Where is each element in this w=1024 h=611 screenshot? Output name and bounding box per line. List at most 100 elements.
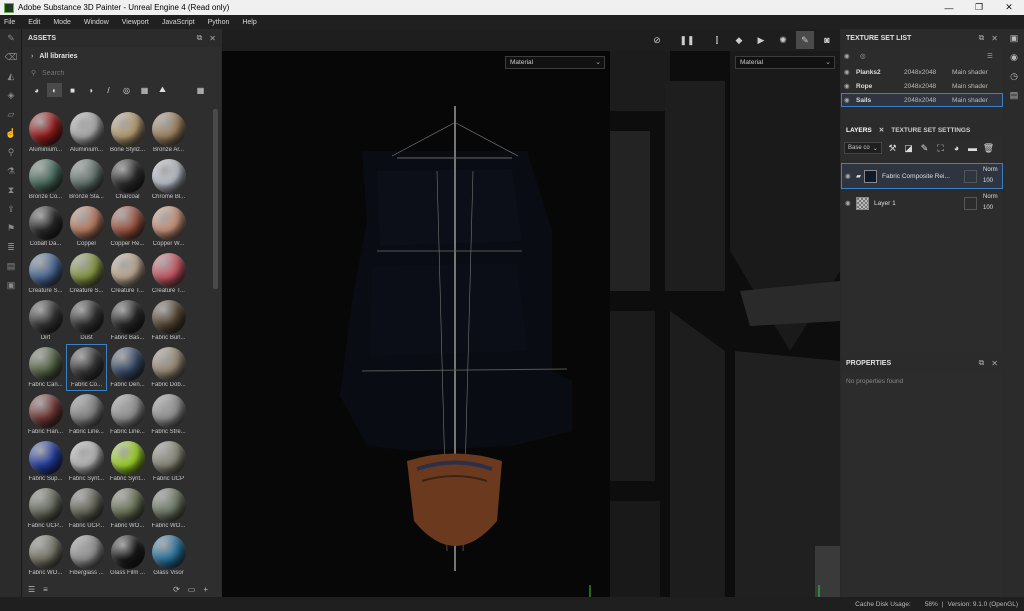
asset-tile[interactable]: Fabric Line... [66,391,107,438]
asset-tile[interactable]: Fabric WO... [25,532,66,579]
asset-tile[interactable]: Fabric WO... [148,485,189,532]
tab-texture-set-settings[interactable]: TEXTURE SET SETTINGS [886,127,975,134]
library-selector[interactable]: › All libraries [23,47,221,65]
close-panel-icon[interactable]: ✕ [991,34,998,43]
layer-blend-mode[interactable]: Norm [983,192,1003,203]
asset-tile[interactable]: Bronze Co... [25,156,66,203]
texture-set-row[interactable]: ◉ Planks2 2048x2048 Main shader [841,65,1003,79]
add-fill-layer-icon[interactable]: ⛶ [934,143,947,154]
viewport-3d-channel-dropdown[interactable]: Material ⌄ [505,56,605,69]
smart-materials-filter-icon[interactable]: ◐ [47,83,62,97]
texture-set-row[interactable]: ◉ Rope 2048x2048 Main shader [841,79,1003,93]
add-folder-icon[interactable]: ▬ [966,143,979,153]
asset-tile[interactable]: Fabric Dob... [148,344,189,391]
layer-blend-mode[interactable]: Norm [983,165,1003,176]
camera-video-icon[interactable]: ▶ [752,31,770,49]
asset-tile[interactable]: Cobalt Da... [25,203,66,250]
filter-list-icon[interactable]: ☰ [28,585,35,594]
layer-row[interactable]: ◉ Layer 1 Norm 100 [841,190,1003,216]
menu-viewport[interactable]: Viewport [122,19,149,26]
asset-tile[interactable]: Bronze Ar... [148,109,189,156]
document-icon[interactable]: ▤ [0,257,22,276]
close-button[interactable]: ✕ [994,2,1024,13]
asset-tile[interactable]: Glass Film ... [107,532,148,579]
asset-tile[interactable]: Fabric Stre... [148,391,189,438]
texture-set-row-selected[interactable]: ◉ Sails 2048x2048 Main shader [841,93,1003,107]
eye-icon[interactable]: ◉ [845,172,856,180]
texture-set-icon[interactable]: ▣ [1004,29,1024,48]
clone-icon[interactable]: ⚲ [0,143,22,162]
eye-icon[interactable]: ◉ [844,68,856,76]
add-paint-layer-icon[interactable]: ✎ [918,143,931,154]
delete-layer-icon[interactable]: 🗑 [982,143,995,154]
viewport-2d[interactable]: Material ⌄ [610,51,840,597]
environments-filter-icon[interactable]: ⛰ [155,83,170,97]
asset-tile[interactable]: Fabric UCP [148,438,189,485]
asset-tile[interactable]: Chrome Bl... [148,156,189,203]
asset-tile[interactable]: Bone Styliz... [107,109,148,156]
viewport-2d-channel-dropdown[interactable]: Material ⌄ [735,56,835,69]
visibility-toggle-icon[interactable]: ◉ [844,52,856,60]
bake-icon[interactable]: ⧗ [0,181,22,200]
channel-dropdown[interactable]: Base co ⌄ [844,142,882,154]
asset-tile[interactable]: Dirt [25,297,66,344]
asset-tile[interactable]: Fabric Synt... [66,438,107,485]
close-panel-icon[interactable]: ✕ [209,34,216,43]
asset-tile[interactable]: Fabric Synt... [107,438,148,485]
asset-tile[interactable]: Dust [66,297,107,344]
asset-tile[interactable]: Fabric Co... [66,344,107,391]
grid-view-icon[interactable]: ▦ [193,83,208,97]
shelf-icon[interactable]: ⚑ [0,219,22,238]
asset-tile[interactable]: Glass Visor [148,532,189,579]
menu-javascript[interactable]: JavaScript [162,19,195,26]
paint-brush-icon[interactable]: ✎ [0,29,22,48]
asset-tile[interactable]: Fabric Flan... [25,391,66,438]
asset-tile[interactable]: Fabric UCP... [25,485,66,532]
asset-tile[interactable]: Creature S... [25,250,66,297]
log-icon[interactable]: ▤ [1004,86,1024,105]
viewport-3d[interactable]: Material ⌄ [222,51,610,600]
eye-icon[interactable]: ◉ [844,96,856,104]
smart-masks-filter-icon[interactable]: ■ [65,83,80,97]
menu-file[interactable]: File [4,19,15,26]
asset-tile[interactable]: Fabric Den... [107,344,148,391]
asset-tile[interactable]: Bronze Sta... [66,156,107,203]
layer-row-selected[interactable]: ◉ ▰ Fabric Composite Rei... Norm 100 [841,163,1003,189]
menu-help[interactable]: Help [242,19,256,26]
eye-icon[interactable]: ◎ [860,52,872,60]
layer-opacity[interactable]: 100 [983,176,1003,187]
polygon-fill-icon[interactable]: ▱ [0,105,22,124]
layer-blend-opacity[interactable]: Norm 100 [983,165,1003,187]
menu-mode[interactable]: Mode [53,19,71,26]
asset-tile[interactable]: Fabric Bas... [107,297,148,344]
asset-tile[interactable]: Fiberglass ... [66,532,107,579]
asset-tile[interactable]: Creature S... [66,250,107,297]
eye-icon[interactable]: ◉ [845,199,856,207]
materials-filter-icon[interactable]: ◕ [29,83,44,97]
asset-tile[interactable]: Aluminium... [25,109,66,156]
cube-icon[interactable]: ▣ [0,276,22,295]
asset-tile[interactable]: Creature T... [148,250,189,297]
add-effect-icon[interactable]: ⚒ [886,143,899,154]
close-tab-icon[interactable]: ✕ [877,126,886,134]
add-mask-icon[interactable]: ◪ [902,143,915,154]
asset-tile[interactable]: Fabric Burl... [148,297,189,344]
asset-tile[interactable]: Creature T... [107,250,148,297]
layers-stack-icon[interactable]: ≣ [0,238,22,257]
color-picker-icon[interactable]: ⚗ [0,162,22,181]
screenshot-icon[interactable]: ◙ [818,31,836,49]
add-icon[interactable]: + [203,585,208,594]
undock-icon[interactable]: ⧉ [979,358,985,368]
maximize-button[interactable]: ❐ [964,2,994,13]
add-smart-material-icon[interactable]: ◕ [950,143,963,153]
search-input[interactable] [42,69,183,77]
pause-icon[interactable]: ❚❚ [678,31,696,49]
asset-tile[interactable]: Fabric Can... [25,344,66,391]
asset-tile[interactable]: Copper Re... [107,203,148,250]
tab-layers[interactable]: LAYERS [841,127,877,134]
folder-icon[interactable]: ▭ [188,585,196,594]
paint-mode-icon[interactable]: ✎ [796,31,814,49]
history-icon[interactable]: ◷ [1004,67,1024,86]
refresh-icon[interactable]: ⟳ [173,585,180,594]
asset-tile[interactable]: Fabric WO... [107,485,148,532]
